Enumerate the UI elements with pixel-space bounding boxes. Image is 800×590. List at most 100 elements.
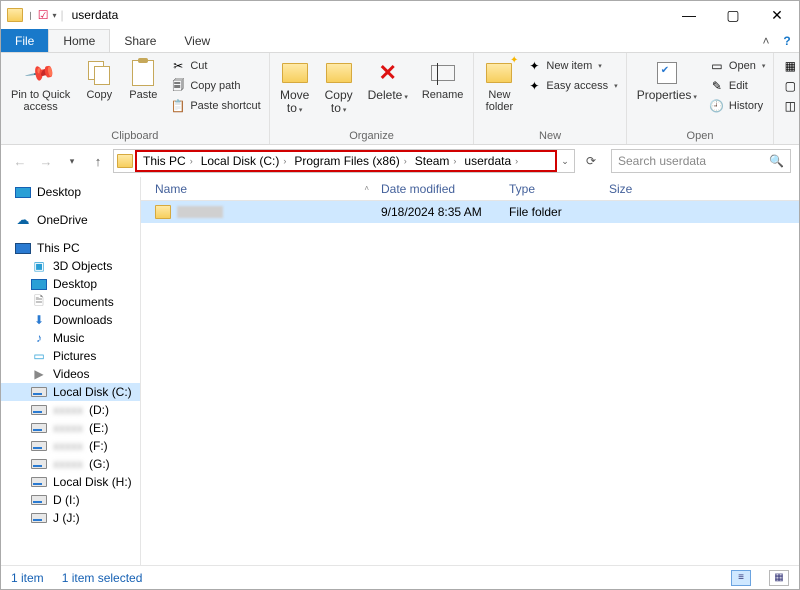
qat-checkbox-icon[interactable]: ☑ <box>38 8 49 22</box>
view-large-icons-button[interactable]: ▦ <box>769 570 789 586</box>
history-icon: 🕘 <box>709 98 725 114</box>
paste-icon <box>132 60 154 86</box>
file-list[interactable]: 9/18/2024 8:35 AM File folder <box>141 201 799 565</box>
col-type[interactable]: Type <box>503 182 603 196</box>
cloud-icon: ☁ <box>17 212 30 228</box>
scissors-icon: ✂ <box>170 58 186 74</box>
nav-desktop-sub[interactable]: Desktop <box>1 275 140 293</box>
select-all-icon: ▦ <box>782 58 798 74</box>
crumb-c[interactable]: Local Disk (C:)› <box>197 152 291 170</box>
cut-button[interactable]: ✂Cut <box>168 57 262 75</box>
nav-up-button[interactable]: ↑ <box>87 150 109 172</box>
history-button[interactable]: 🕘History <box>707 97 767 115</box>
open-button[interactable]: ▭Open▾ <box>707 57 767 75</box>
pin-quick-access-button[interactable]: 📌 Pin to Quick access <box>7 57 74 115</box>
select-all-button[interactable]: ▦Select all <box>780 57 800 75</box>
crumb-this-pc[interactable]: This PC› <box>139 152 197 170</box>
navigation-pane[interactable]: Desktop ☁OneDrive This PC ▣3D Objects De… <box>1 177 141 565</box>
new-item-button[interactable]: ✦New item▾ <box>524 57 619 75</box>
delete-icon: ✕ <box>379 60 397 86</box>
properties-icon <box>657 62 677 84</box>
nav-drive-e[interactable]: xxxxx(E:) <box>1 419 140 437</box>
nav-drive-g[interactable]: xxxxx(G:) <box>1 455 140 473</box>
copy-button[interactable]: Copy <box>80 57 118 103</box>
pin-icon: 📌 <box>23 56 58 91</box>
nav-desktop[interactable]: Desktop <box>1 183 140 201</box>
nav-this-pc[interactable]: This PC <box>1 239 140 257</box>
nav-drive-i[interactable]: D (I:) <box>1 491 140 509</box>
copy-icon <box>88 61 110 85</box>
nav-onedrive[interactable]: ☁OneDrive <box>1 211 140 229</box>
address-bar[interactable]: This PC› Local Disk (C:)› Program Files … <box>113 149 575 173</box>
nav-recent-dropdown[interactable]: ▾ <box>61 150 83 172</box>
paste-button[interactable]: Paste <box>124 57 162 103</box>
search-input[interactable]: Search userdata 🔍 <box>611 149 791 173</box>
tab-file[interactable]: File <box>1 29 48 52</box>
chevron-right-icon: › <box>515 156 518 166</box>
nav-pictures[interactable]: ▭Pictures <box>1 347 140 365</box>
qat-dropdown-icon[interactable]: ▾ <box>52 11 56 20</box>
delete-button[interactable]: ✕ Delete▾ <box>364 57 412 104</box>
tab-view[interactable]: View <box>170 29 224 52</box>
maximize-button[interactable]: ▢ <box>711 1 755 29</box>
rename-button[interactable]: Rename <box>418 57 468 103</box>
nav-3d-objects[interactable]: ▣3D Objects <box>1 257 140 275</box>
crumb-steam[interactable]: Steam› <box>411 152 461 170</box>
nav-back-button[interactable]: ← <box>9 150 31 172</box>
drive-icon <box>31 459 47 469</box>
nav-drive-j[interactable]: J (J:) <box>1 509 140 527</box>
copy-path-icon: 🗐 <box>170 78 186 94</box>
qat-sep: ❘ <box>27 11 34 20</box>
tab-share[interactable]: Share <box>110 29 170 52</box>
status-item-count: 1 item <box>11 571 44 585</box>
desktop-icon <box>15 187 31 198</box>
nav-downloads[interactable]: ⬇Downloads <box>1 311 140 329</box>
nav-videos[interactable]: ▶Videos <box>1 365 140 383</box>
properties-button[interactable]: Properties▾ <box>633 57 701 104</box>
breadcrumb[interactable]: This PC› Local Disk (C:)› Program Files … <box>135 150 557 172</box>
col-size[interactable]: Size <box>603 182 673 196</box>
search-icon: 🔍 <box>769 154 784 168</box>
nav-documents[interactable]: 🗎Documents <box>1 293 140 311</box>
ribbon-collapse-icon[interactable]: ˄ <box>757 29 775 52</box>
tab-home[interactable]: Home <box>48 29 110 52</box>
column-headers[interactable]: Name˄ Date modified Type Size <box>141 177 799 201</box>
easy-access-button[interactable]: ✦Easy access▾ <box>524 77 619 95</box>
paste-shortcut-button[interactable]: 📋Paste shortcut <box>168 97 262 115</box>
group-select-label: Select <box>780 128 800 142</box>
nav-forward-button[interactable]: → <box>35 150 57 172</box>
new-folder-button[interactable]: ✦ New folder <box>480 57 518 115</box>
col-date[interactable]: Date modified <box>375 182 503 196</box>
nav-drive-h[interactable]: Local Disk (H:) <box>1 473 140 491</box>
help-icon[interactable]: ? <box>775 29 799 52</box>
folder-name-redacted <box>177 206 223 218</box>
minimize-button[interactable]: — <box>667 1 711 29</box>
new-item-icon: ✦ <box>526 58 542 74</box>
window-title: userdata <box>72 8 119 22</box>
chevron-right-icon: › <box>190 156 193 166</box>
crumb-program-files[interactable]: Program Files (x86)› <box>290 152 410 170</box>
crumb-userdata[interactable]: userdata› <box>460 152 522 170</box>
col-name[interactable]: Name˄ <box>149 182 375 196</box>
pictures-icon: ▭ <box>31 349 47 363</box>
table-row[interactable]: 9/18/2024 8:35 AM File folder <box>141 201 799 223</box>
qat-sep2: | <box>60 8 63 22</box>
move-to-button[interactable]: Move to▾ <box>276 57 314 117</box>
select-none-icon: ▢ <box>782 78 798 94</box>
refresh-button[interactable]: ⟳ <box>579 154 603 168</box>
view-details-button[interactable]: ≡ <box>731 570 751 586</box>
app-folder-icon <box>7 8 23 22</box>
nav-drive-d[interactable]: xxxxx(D:) <box>1 401 140 419</box>
invert-selection-button[interactable]: ◫Invert selection <box>780 97 800 115</box>
nav-music[interactable]: ♪Music <box>1 329 140 347</box>
nav-local-disk-c[interactable]: Local Disk (C:) <box>1 383 140 401</box>
address-dropdown-icon[interactable]: ⌄ <box>556 156 574 167</box>
copy-path-button[interactable]: 🗐Copy path <box>168 77 262 95</box>
select-none-button[interactable]: ▢Select none <box>780 77 800 95</box>
nav-drive-f[interactable]: xxxxx(F:) <box>1 437 140 455</box>
3d-objects-icon: ▣ <box>31 259 47 273</box>
close-button[interactable]: ✕ <box>755 1 799 29</box>
edit-button[interactable]: ✎Edit <box>707 77 767 95</box>
easy-access-icon: ✦ <box>526 78 542 94</box>
copy-to-button[interactable]: Copy to▾ <box>320 57 358 117</box>
